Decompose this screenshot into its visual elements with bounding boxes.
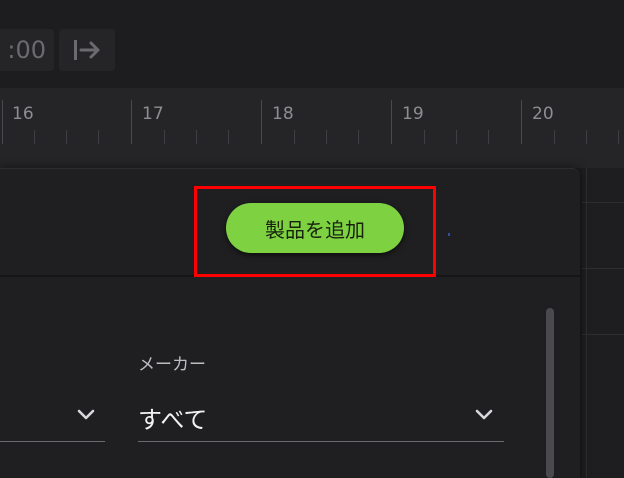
indicator-dot	[448, 233, 450, 236]
manufacturer-underline	[138, 441, 504, 442]
chevron-down-icon	[77, 409, 95, 420]
header-divider	[0, 275, 580, 277]
timeline-ruler[interactable]: 16 17 18 19 20	[0, 88, 624, 168]
manufacturer-value: すべて	[138, 406, 208, 434]
filter-underline	[0, 441, 105, 442]
ruler-label: 20	[532, 104, 554, 124]
add-product-button[interactable]: 製品を追加	[226, 203, 404, 253]
app-window: :00 16 17 18 19 20 製品を追加 メーカー すべて	[0, 0, 624, 478]
ruler-label: 18	[272, 104, 294, 124]
ruler-label: 19	[402, 104, 424, 124]
panel-header: 製品を追加	[0, 168, 580, 277]
ruler-label: 17	[142, 104, 164, 124]
product-panel: 製品を追加 メーカー すべて	[0, 168, 580, 478]
jump-to-end-icon	[74, 40, 100, 60]
jump-to-end-button[interactable]	[59, 29, 115, 71]
top-toolbar: :00	[0, 0, 624, 88]
chevron-down-icon	[475, 409, 493, 420]
manufacturer-label: メーカー	[138, 355, 206, 375]
ruler-label: 16	[12, 104, 34, 124]
panel-scrollbar[interactable]	[546, 308, 554, 478]
time-display: :00	[0, 29, 54, 71]
timeline-grid	[582, 168, 624, 478]
